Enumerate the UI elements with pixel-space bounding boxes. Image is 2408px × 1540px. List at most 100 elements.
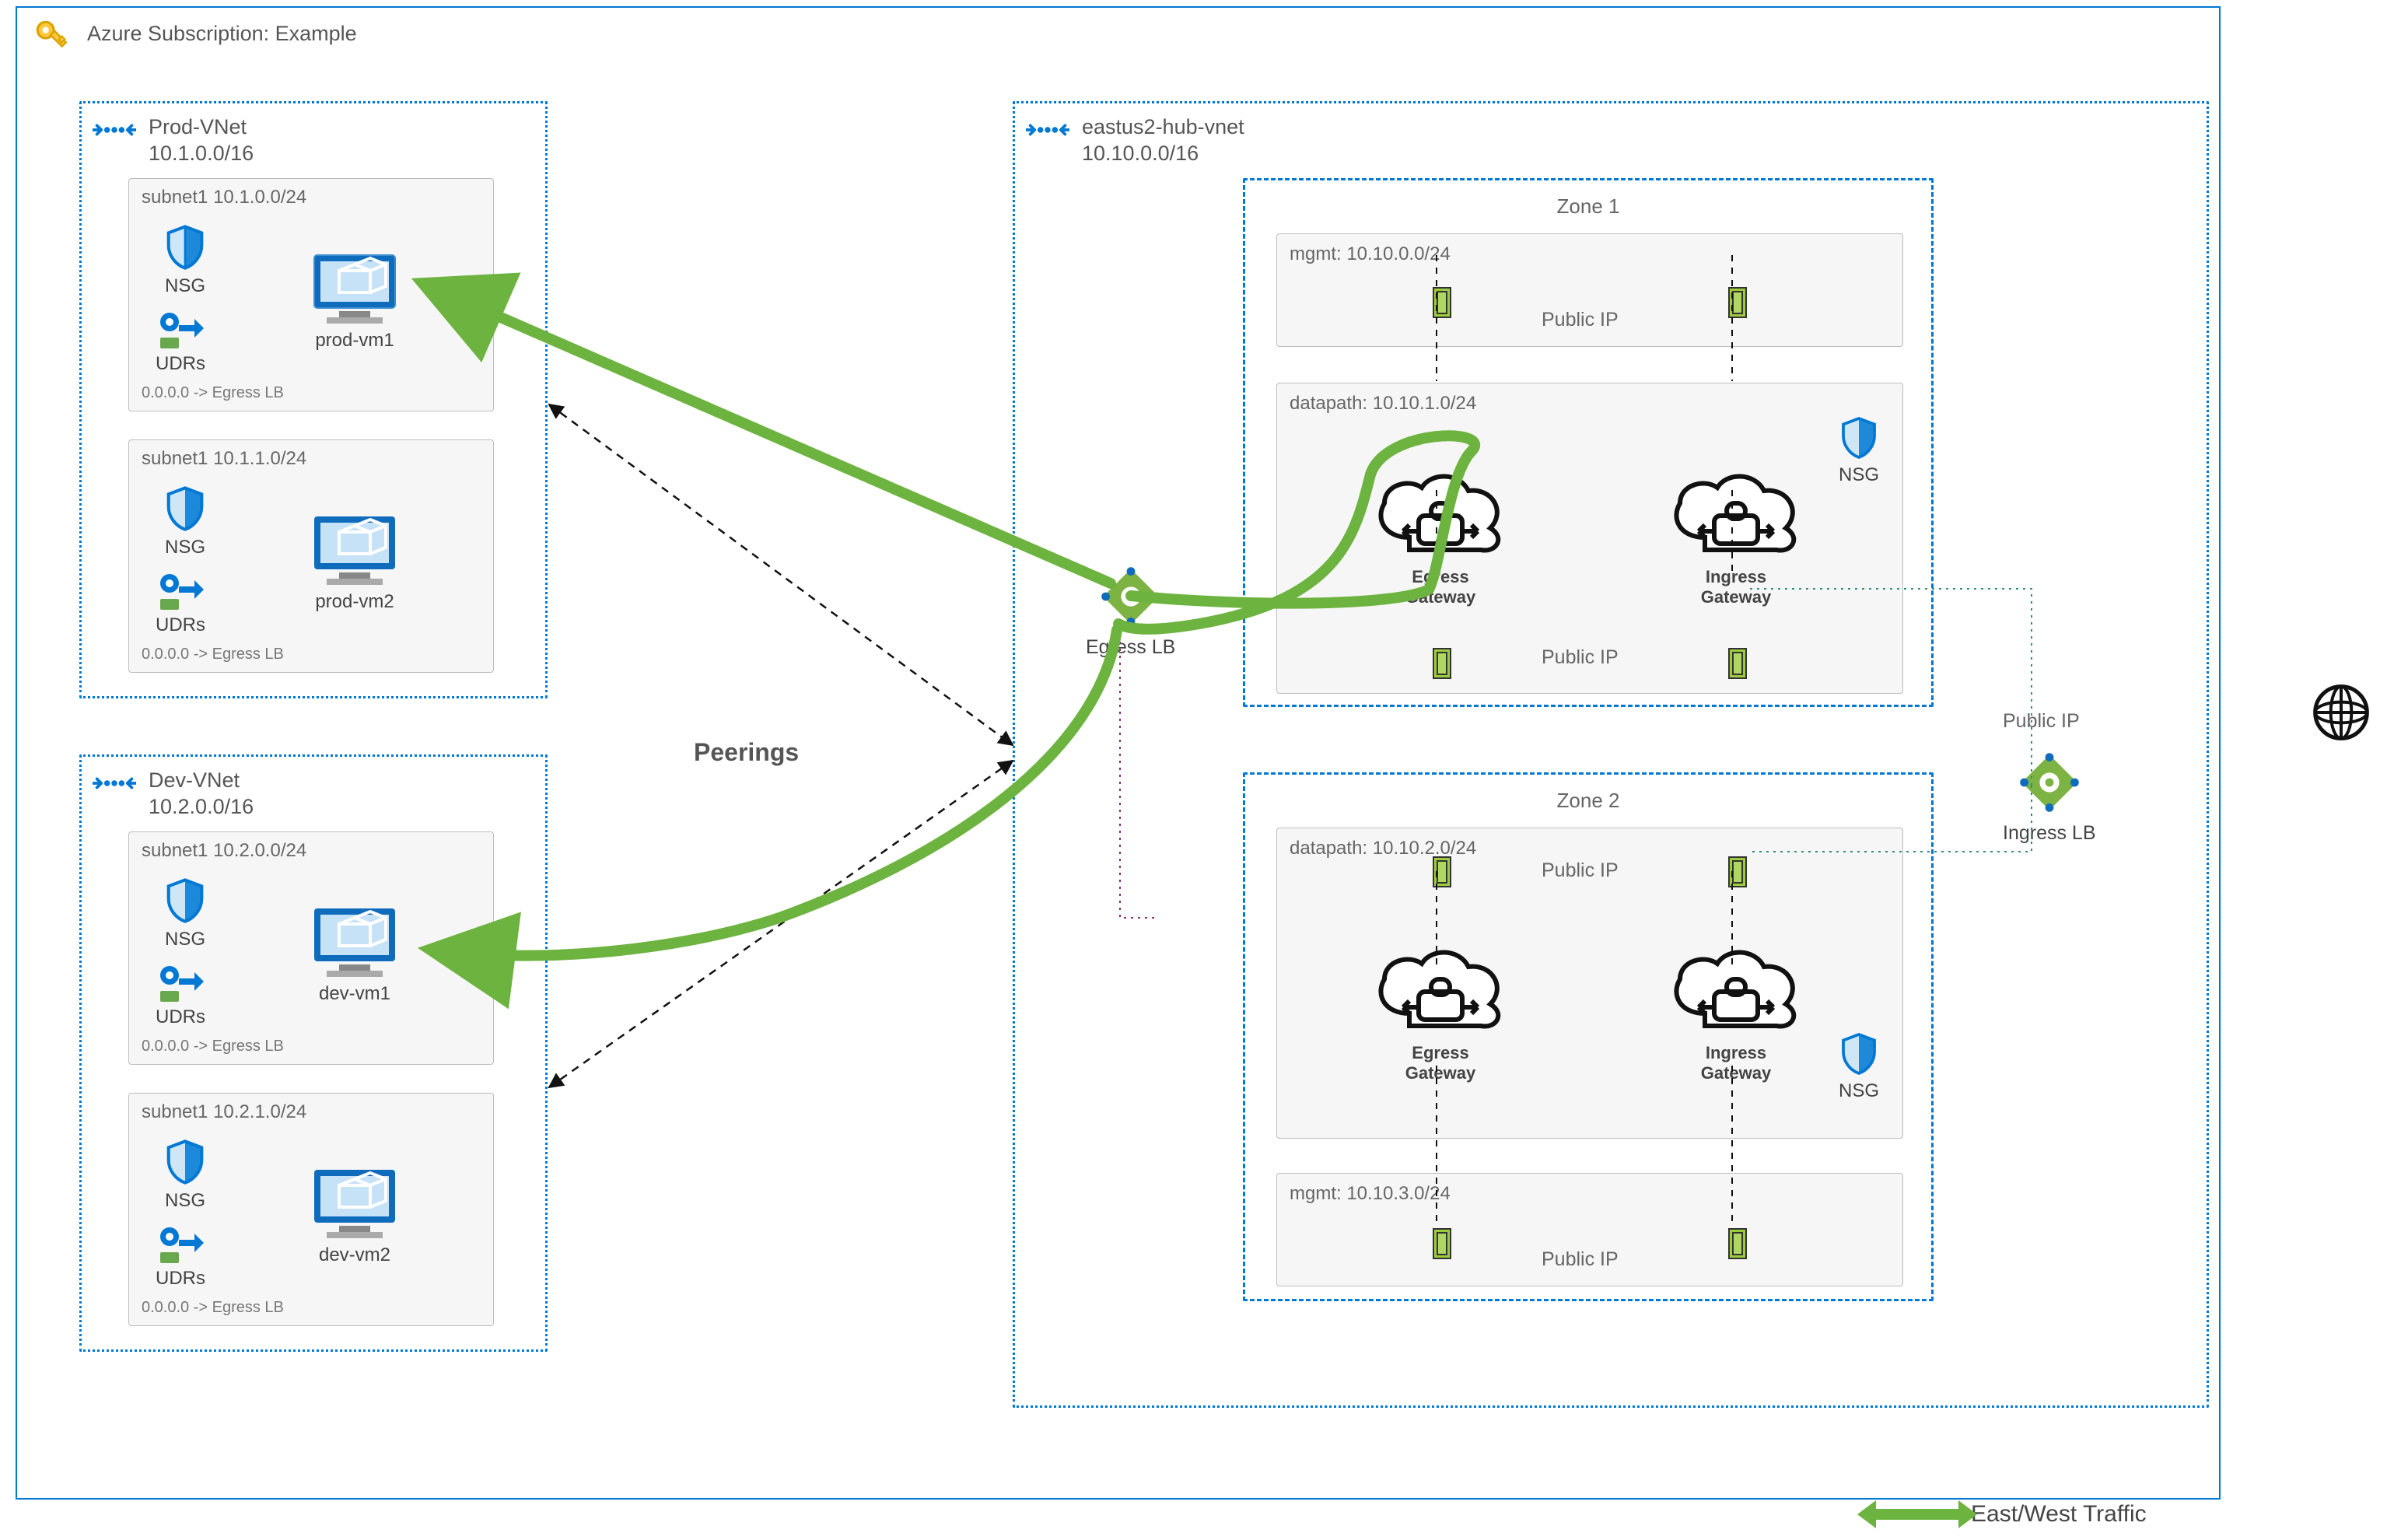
dev-subnet2: subnet1 10.2.1.0/24 NSG UDRs 0.0.0.0 -> … — [128, 1093, 494, 1326]
shield-icon — [1836, 1031, 1882, 1077]
key-icon — [33, 17, 72, 56]
prod-vnet-name: Prod-VNet — [149, 115, 247, 138]
nic-icon — [1433, 856, 1451, 887]
dev-vnet-name: Dev-VNet — [149, 768, 240, 792]
shield-icon — [160, 222, 210, 272]
ingress-gateway-label: Ingress Gateway — [1635, 567, 1837, 607]
ingress-lb: Ingress LB — [2003, 747, 2096, 845]
egress-gateway-label: Egress Gateway — [1339, 1043, 1542, 1083]
vm-block: prod-vm1 — [308, 249, 401, 352]
udr-block: UDRs — [156, 310, 205, 375]
egress-lb: Egress LB — [1086, 562, 1175, 659]
vnet-icon — [1026, 114, 1069, 145]
diagram-canvas: Azure Subscription: Example Prod-VNet 10… — [0, 0, 2408, 1540]
zone2-mgmt-subnet: mgmt: 10.10.3.0/24 Public IP — [1276, 1173, 1903, 1286]
udr-label: UDRs — [156, 614, 205, 635]
zone1-mgmt-label: mgmt: 10.10.0.0/24 — [1290, 243, 1451, 265]
prod-subnet2-label: subnet1 10.1.1.0/24 — [142, 448, 306, 470]
nic-icon — [1728, 287, 1747, 318]
pubip-label: Public IP — [1542, 646, 1619, 669]
zone2-box: Zone 2 datapath: 10.10.2.0/24 Public IP … — [1243, 772, 1934, 1301]
vm-icon — [308, 510, 401, 588]
load-balancer-icon — [2014, 747, 2084, 817]
vnet-icon — [93, 114, 136, 145]
egress-gateway: Egress Gateway — [1339, 945, 1542, 1083]
nic-icon — [1728, 1228, 1747, 1259]
ingress-gateway-label: Ingress Gateway — [1635, 1043, 1837, 1083]
zone2-title: Zone 2 — [1245, 789, 1931, 813]
nsg-block: NSG — [160, 1137, 210, 1212]
udr-label: UDRs — [156, 353, 205, 374]
zone1-box: Zone 1 mgmt: 10.10.0.0/24 Public IP data… — [1243, 178, 1934, 707]
azure-subscription-box: Azure Subscription: Example Prod-VNet 10… — [16, 6, 2221, 1500]
nsg-label: NSG — [165, 275, 205, 296]
prod-vnet-label: Prod-VNet 10.1.0.0/16 — [149, 114, 254, 167]
udr-icon — [157, 963, 204, 1003]
vnet-icon — [93, 768, 136, 799]
shield-icon — [160, 484, 210, 534]
pubip-label: Public IP — [1542, 1248, 1619, 1271]
egress-gateway: Egress Gateway — [1339, 469, 1542, 607]
nsg-block: NSG — [1836, 1031, 1882, 1102]
nsg-label: NSG — [1839, 464, 1879, 485]
pubip-label: Public IP — [1542, 859, 1619, 882]
vm-icon — [308, 1164, 401, 1241]
ingress-gateway: Ingress Gateway — [1635, 945, 1837, 1083]
udr-note: 0.0.0.0 -> Egress LB — [142, 1038, 284, 1055]
egress-gateway-label: Egress Gateway — [1339, 567, 1542, 607]
zone1-datapath-subnet: datapath: 10.10.1.0/24 Public IP NSG Egr… — [1276, 383, 1903, 694]
cloud-gateway-icon — [1363, 469, 1518, 562]
nsg-block: NSG — [160, 222, 210, 297]
nic-icon — [1728, 648, 1747, 679]
vm-icon — [308, 902, 401, 980]
udr-label: UDRs — [156, 1268, 205, 1289]
dev-subnet1-label: subnet1 10.2.0.0/24 — [142, 840, 306, 862]
prod-subnet1-label: subnet1 10.1.0.0/24 — [142, 187, 306, 208]
legend-arrow-icon — [1874, 1509, 1960, 1520]
hub-vnet-label: eastus2-hub-vnet 10.10.0.0/16 — [1082, 114, 1244, 167]
nsg-block: NSG — [160, 876, 210, 950]
shield-icon — [160, 1137, 210, 1187]
prod-subnet2: subnet1 10.1.1.0/24 NSG UDRs 0.0.0.0 -> … — [128, 439, 494, 673]
prod-subnet1: subnet1 10.1.0.0/24 NSG UDRs 0.0.0.0 -> … — [128, 178, 494, 411]
zone1-title: Zone 1 — [1245, 194, 1931, 219]
udr-block: UDRs — [156, 571, 205, 636]
pubip-label: Public IP — [1542, 309, 1619, 331]
vm-label: prod-vm1 — [315, 330, 394, 351]
udr-icon — [157, 1224, 204, 1265]
nsg-block: NSG — [160, 484, 210, 558]
zone1-data-label: datapath: 10.10.1.0/24 — [1290, 393, 1476, 415]
zone1-mgmt-subnet: mgmt: 10.10.0.0/24 Public IP — [1276, 233, 1903, 347]
udr-note: 0.0.0.0 -> Egress LB — [142, 1299, 284, 1317]
prod-vnet-box: Prod-VNet 10.1.0.0/16 subnet1 10.1.0.0/2… — [79, 101, 548, 698]
vm-block: dev-vm2 — [308, 1164, 401, 1266]
hub-vnet-cidr: 10.10.0.0/16 — [1082, 142, 1199, 165]
nsg-label: NSG — [165, 1190, 205, 1211]
hub-vnet-name: eastus2-hub-vnet — [1082, 115, 1244, 138]
cloud-gateway-icon — [1658, 469, 1814, 562]
udr-note: 0.0.0.0 -> Egress LB — [142, 646, 284, 663]
dev-vnet-cidr: 10.2.0.0/16 — [149, 795, 254, 818]
subscription-title: Azure Subscription: Example — [87, 22, 357, 46]
prod-vnet-cidr: 10.1.0.0/16 — [149, 142, 254, 165]
cloud-gateway-icon — [1363, 945, 1518, 1038]
ingress-lb-label: Ingress LB — [2003, 822, 2096, 845]
zone2-datapath-subnet: datapath: 10.10.2.0/24 Public IP NSG Egr… — [1276, 828, 1903, 1139]
nic-icon — [1728, 856, 1747, 887]
dev-vnet-box: Dev-VNet 10.2.0.0/16 subnet1 10.2.0.0/24… — [79, 754, 548, 1352]
vm-label: dev-vm1 — [319, 983, 390, 1004]
peerings-label: Peerings — [694, 738, 799, 767]
udr-icon — [157, 310, 204, 350]
udr-note: 0.0.0.0 -> Egress LB — [142, 384, 284, 402]
egress-lb-label: Egress LB — [1086, 636, 1175, 659]
udr-block: UDRs — [156, 963, 205, 1028]
vm-label: prod-vm2 — [315, 591, 394, 612]
legend: East/West Traffic — [1874, 1501, 2147, 1528]
udr-block: UDRs — [156, 1224, 205, 1290]
dev-subnet1: subnet1 10.2.0.0/24 NSG UDRs 0.0.0.0 -> … — [128, 831, 494, 1065]
ingress-pubip-label: Public IP — [2003, 710, 2080, 733]
nic-icon — [1433, 648, 1451, 679]
dev-vnet-label: Dev-VNet 10.2.0.0/16 — [149, 768, 254, 821]
hub-vnet-box: eastus2-hub-vnet 10.10.0.0/16 Zone 1 mgm… — [1013, 101, 2209, 1408]
shield-icon — [160, 876, 210, 926]
